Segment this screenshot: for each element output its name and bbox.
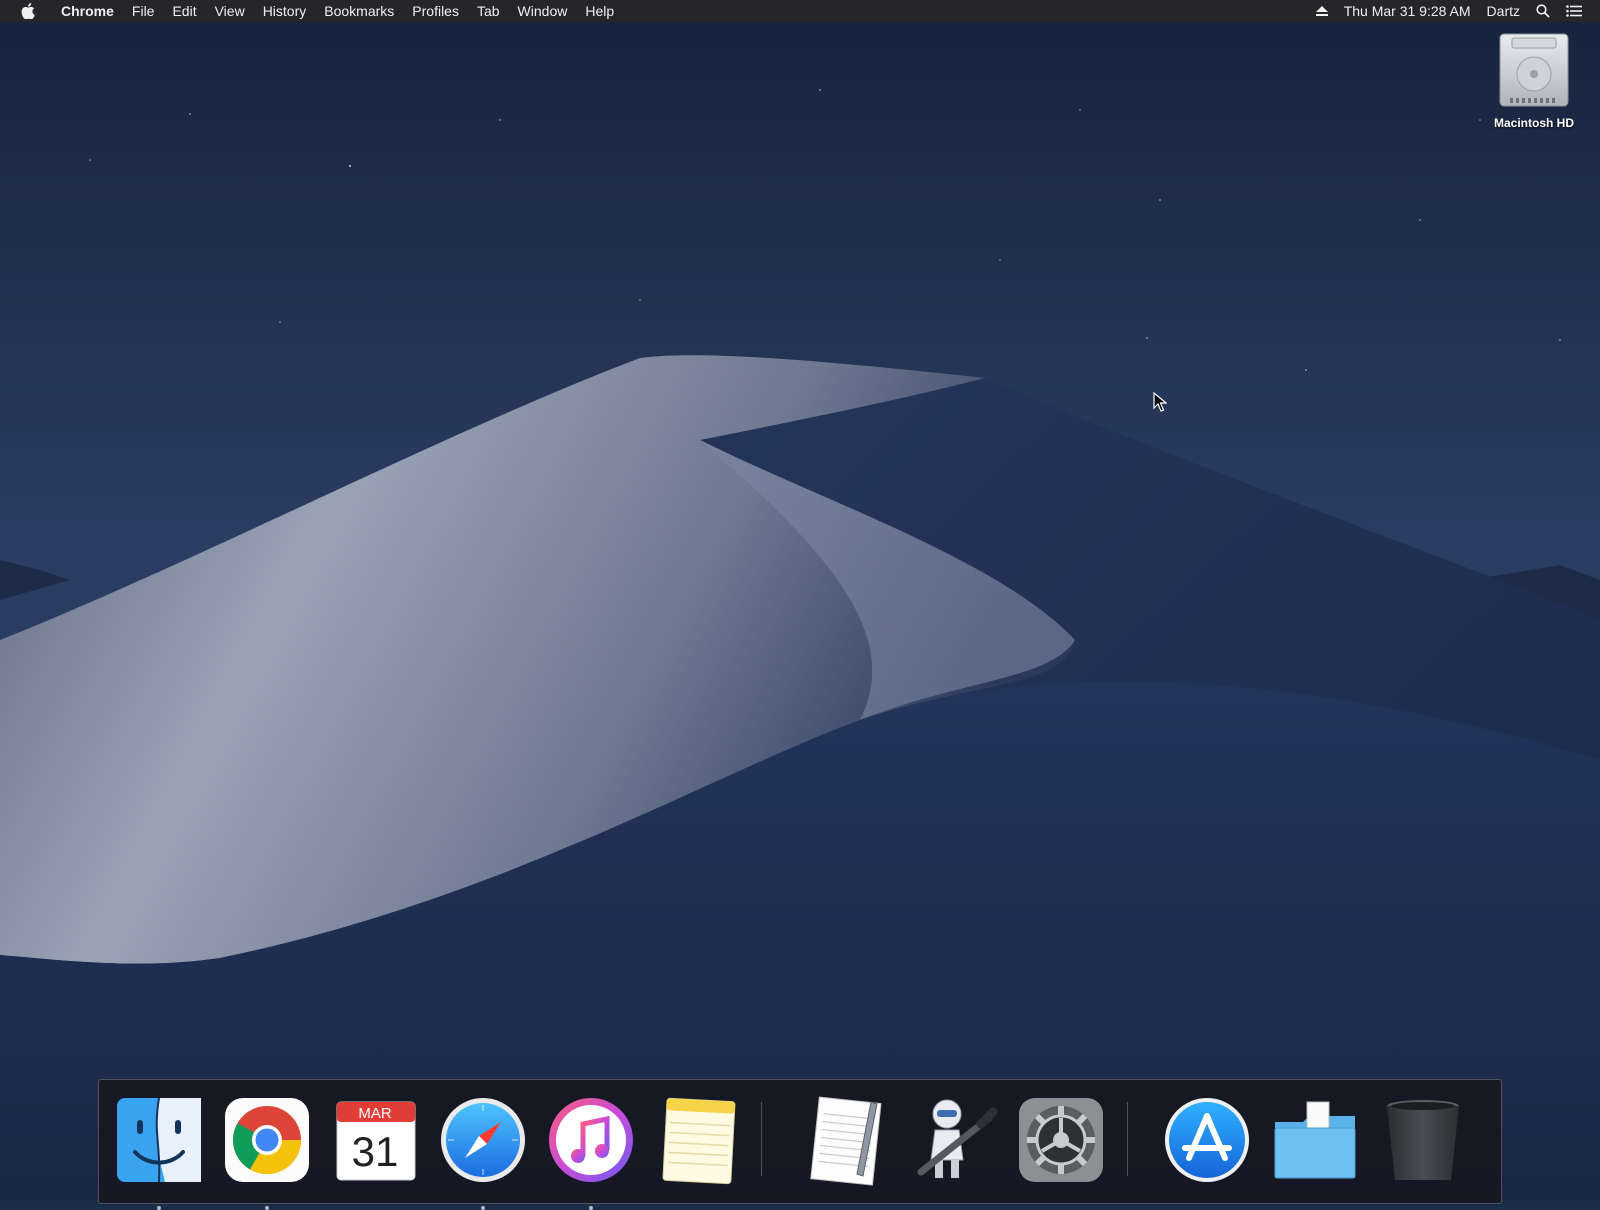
dock-item-downloads[interactable]	[1269, 1094, 1361, 1186]
dock-separator	[761, 1102, 762, 1176]
running-indicator	[157, 1206, 161, 1210]
menu-profiles[interactable]: Profiles	[403, 0, 468, 22]
menu-history[interactable]: History	[254, 0, 316, 22]
dock-item-itunes[interactable]	[545, 1094, 637, 1210]
spotlight-search-icon[interactable]	[1528, 4, 1558, 18]
dock-item-trash[interactable]	[1377, 1094, 1469, 1186]
dock-item-app-store[interactable]	[1161, 1094, 1253, 1186]
trash-icon	[1387, 1100, 1459, 1180]
dock-item-textedit[interactable]	[799, 1094, 891, 1186]
textedit-icon	[810, 1096, 882, 1186]
system-preferences-icon	[1019, 1098, 1103, 1182]
dock-item-chrome[interactable]	[221, 1094, 313, 1210]
calendar-icon: MAR 31	[336, 1101, 416, 1181]
dock-item-automator[interactable]	[907, 1094, 999, 1186]
itunes-icon	[549, 1098, 633, 1182]
running-indicator	[481, 1206, 485, 1210]
menu-edit[interactable]: Edit	[163, 0, 205, 22]
menubar-user[interactable]: Dartz	[1479, 0, 1528, 22]
apple-menu-icon[interactable]	[18, 3, 38, 19]
automator-icon	[917, 1099, 998, 1178]
downloads-folder-icon	[1274, 1101, 1356, 1179]
dock-item-calendar[interactable]: MAR 31	[329, 1094, 421, 1186]
notification-center-icon[interactable]	[1558, 5, 1590, 17]
menu-view[interactable]: View	[206, 0, 254, 22]
eject-icon[interactable]	[1308, 6, 1336, 16]
dock-item-notes[interactable]	[653, 1094, 745, 1186]
macintosh-hd-desktop-icon[interactable]: Macintosh HD	[1476, 30, 1592, 130]
macintosh-hd-label: Macintosh HD	[1493, 116, 1574, 130]
dock: MAR 31	[98, 1079, 1502, 1210]
app-store-icon	[1165, 1098, 1249, 1182]
chrome-icon	[225, 1098, 309, 1182]
hard-drive-icon	[1496, 30, 1572, 110]
dock-item-finder[interactable]	[113, 1094, 205, 1210]
menu-window[interactable]: Window	[509, 0, 577, 22]
running-indicator	[589, 1206, 593, 1210]
calendar-month-text: MAR	[358, 1105, 392, 1122]
dock-item-safari[interactable]	[437, 1094, 529, 1210]
notes-icon	[662, 1097, 736, 1185]
finder-icon	[117, 1097, 201, 1183]
menubar-clock[interactable]: Thu Mar 31 9:28 AM	[1336, 0, 1479, 22]
dock-item-system-preferences[interactable]	[1015, 1094, 1107, 1186]
menu-app-name[interactable]: Chrome	[52, 0, 123, 22]
desktop-wallpaper	[0, 0, 1600, 1200]
running-indicator	[265, 1206, 269, 1210]
mouse-pointer-icon	[1153, 392, 1167, 412]
menu-bar: Chrome File Edit View History Bookmarks …	[0, 0, 1600, 22]
menu-bookmarks[interactable]: Bookmarks	[315, 0, 403, 22]
menu-file[interactable]: File	[123, 0, 164, 22]
safari-icon	[441, 1098, 525, 1182]
menu-help[interactable]: Help	[576, 0, 623, 22]
calendar-day-text: 31	[352, 1128, 399, 1175]
dock-separator	[1127, 1102, 1128, 1176]
menu-tab[interactable]: Tab	[468, 0, 509, 22]
